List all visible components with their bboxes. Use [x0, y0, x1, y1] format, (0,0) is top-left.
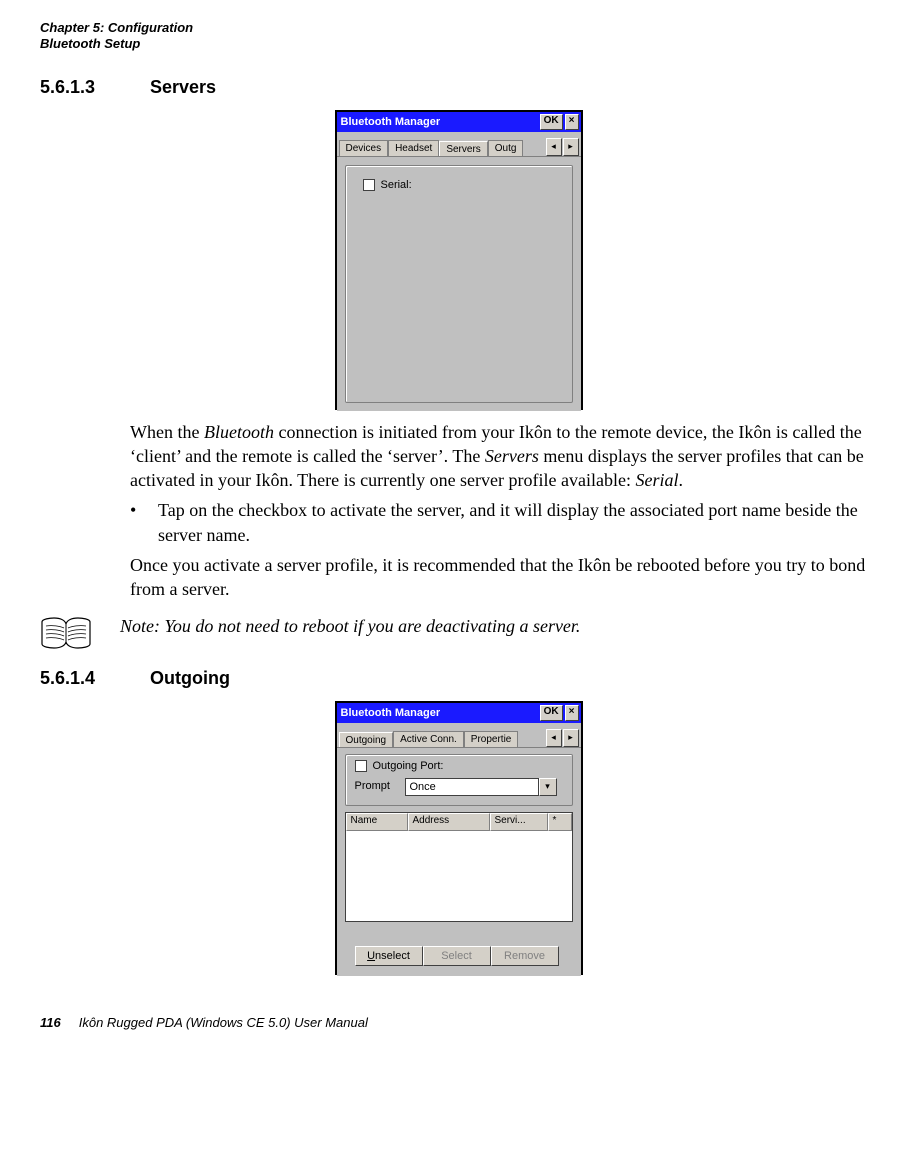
grid-header: Name Address Servi... *	[346, 813, 572, 831]
window-title: Bluetooth Manager	[341, 116, 538, 128]
tab-devices[interactable]: Devices	[339, 140, 389, 156]
tab-active-conn[interactable]: Active Conn.	[393, 731, 464, 747]
window-body: Outgoing Port: Prompt Once ▾ Name Addres…	[337, 748, 581, 976]
section-heading-servers: 5.6.1.3Servers	[40, 77, 877, 98]
unselect-button[interactable]: Unselect	[355, 946, 423, 966]
tab-scroll-left[interactable]: ◂	[546, 138, 562, 156]
screenshot-servers: Bluetooth Manager OK × Devices Headset S…	[40, 110, 877, 410]
book-icon	[40, 616, 92, 650]
section-title: Outgoing	[150, 668, 230, 688]
paragraph-1: When the Bluetooth connection is initiat…	[130, 420, 877, 493]
header-subtitle: Bluetooth Setup	[40, 36, 877, 52]
serial-label: Serial:	[381, 179, 412, 191]
header-chapter: Chapter 5: Configuration	[40, 20, 877, 36]
tab-outgoing-partial[interactable]: Outg	[488, 140, 524, 156]
note-row: Note: You do not need to reboot if you a…	[40, 616, 877, 650]
col-star[interactable]: *	[548, 813, 572, 831]
button-row: Unselect Select Remove	[355, 946, 559, 966]
section-number: 5.6.1.4	[40, 668, 150, 689]
section-number: 5.6.1.3	[40, 77, 150, 98]
window-body: Serial:	[337, 157, 581, 411]
section-title: Servers	[150, 77, 216, 97]
screenshot-outgoing: Bluetooth Manager OK × Outgoing Active C…	[40, 701, 877, 975]
tab-scroll-left[interactable]: ◂	[546, 729, 562, 747]
serial-checkbox-row[interactable]: Serial:	[363, 179, 412, 191]
tab-headset[interactable]: Headset	[388, 140, 439, 156]
window-title: Bluetooth Manager	[341, 707, 538, 719]
bullet-text: Tap on the checkbox to activate the serv…	[158, 498, 877, 547]
tab-properties-partial[interactable]: Propertie	[464, 731, 519, 747]
paragraph-2: Once you activate a server profile, it i…	[130, 553, 877, 602]
bluetooth-manager-window-outgoing: Bluetooth Manager OK × Outgoing Active C…	[335, 701, 583, 975]
serial-checkbox[interactable]	[363, 179, 375, 191]
titlebar: Bluetooth Manager OK ×	[337, 112, 581, 132]
ok-button[interactable]: OK	[540, 705, 563, 721]
tab-scroll-right[interactable]: ▸	[563, 729, 579, 747]
col-address[interactable]: Address	[408, 813, 490, 831]
prompt-value: Once	[405, 778, 539, 796]
bullet-dot: •	[130, 498, 158, 547]
tab-outgoing[interactable]: Outgoing	[339, 732, 394, 748]
titlebar: Bluetooth Manager OK ×	[337, 703, 581, 723]
page-header: Chapter 5: Configuration Bluetooth Setup	[40, 20, 877, 53]
bullet-1: • Tap on the checkbox to activate the se…	[130, 498, 877, 547]
close-button[interactable]: ×	[565, 114, 579, 130]
select-button[interactable]: Select	[423, 946, 491, 966]
prompt-combo[interactable]: Once ▾	[405, 778, 557, 796]
tab-bar: Devices Headset Servers Outg ◂ ▸	[337, 132, 581, 157]
page-footer: 116 Ikôn Rugged PDA (Windows CE 5.0) User…	[40, 1015, 877, 1030]
combo-dropdown-icon[interactable]: ▾	[539, 778, 557, 796]
prompt-label: Prompt	[355, 780, 390, 792]
bluetooth-manager-window: Bluetooth Manager OK × Devices Headset S…	[335, 110, 583, 410]
outgoing-port-label: Outgoing Port:	[373, 760, 444, 772]
remove-button[interactable]: Remove	[491, 946, 559, 966]
server-group	[345, 165, 573, 403]
connections-grid[interactable]: Name Address Servi... *	[345, 812, 573, 922]
tab-bar: Outgoing Active Conn. Propertie ◂ ▸	[337, 723, 581, 748]
outgoing-port-checkbox-row[interactable]: Outgoing Port:	[355, 760, 444, 772]
col-service[interactable]: Servi...	[490, 813, 548, 831]
footer-title: Ikôn Rugged PDA (Windows CE 5.0) User Ma…	[79, 1015, 368, 1030]
tab-servers[interactable]: Servers	[439, 141, 487, 157]
ok-button[interactable]: OK	[540, 114, 563, 130]
close-button[interactable]: ×	[565, 705, 579, 721]
note-text: Note: You do not need to reboot if you a…	[120, 616, 580, 637]
tab-scroll-right[interactable]: ▸	[563, 138, 579, 156]
section-heading-outgoing: 5.6.1.4Outgoing	[40, 668, 877, 689]
outgoing-port-checkbox[interactable]	[355, 760, 367, 772]
col-name[interactable]: Name	[346, 813, 408, 831]
page-number: 116	[40, 1015, 61, 1030]
